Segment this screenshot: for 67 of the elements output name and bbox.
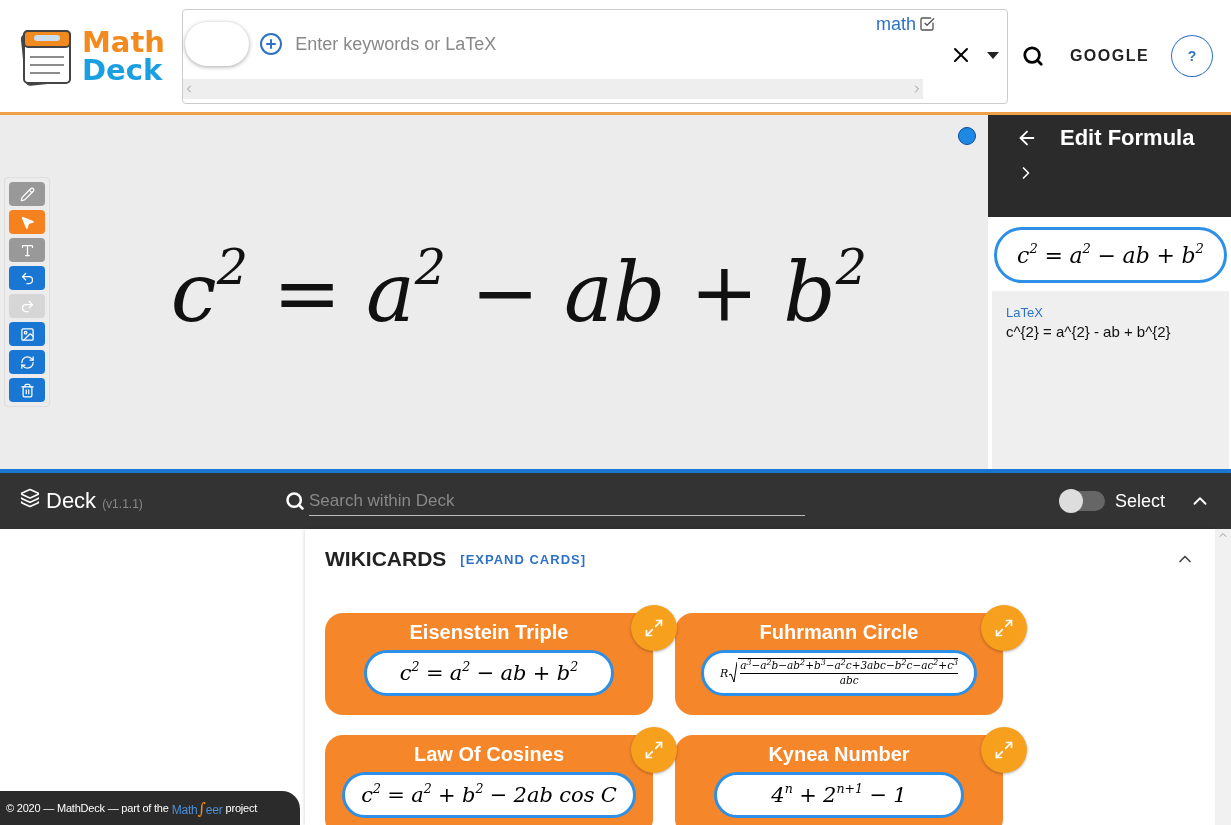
card-title: Fuhrmann Circle — [759, 621, 919, 644]
fraction-denominator: abc — [839, 674, 859, 688]
pencil-tool-button[interactable] — [9, 182, 45, 206]
version-label: (v1.1.1) — [102, 497, 143, 511]
latex-field[interactable]: LaTeX c^{2} = a^{2} - ab + b^{2} — [992, 291, 1229, 469]
card-title: Law Of Cosines — [414, 743, 564, 766]
help-button[interactable]: ? — [1171, 35, 1213, 77]
image-icon — [19, 326, 35, 342]
expand-button[interactable] — [631, 727, 677, 773]
expand-cards-link[interactable]: [EXPAND CARDS] — [460, 551, 587, 567]
card-formula: c$^{2}$ = a$^{2}$ + b$^{2}$ − 2ab cos C — [342, 772, 636, 818]
editor-title: Edit Formula — [1060, 125, 1195, 151]
mathseer-logo[interactable]: Math∫eer — [171, 798, 223, 818]
expand-button[interactable] — [631, 605, 677, 651]
card-title: Eisenstein Triple — [409, 621, 569, 644]
wiki-card[interactable]: Kynea Number 4$^{n}$ + 2$^{n+1}$ − 1 — [675, 735, 1003, 825]
project-text: project — [225, 802, 258, 814]
refresh-icon — [19, 354, 35, 370]
pointer-tool-button[interactable] — [9, 210, 45, 234]
formula-preview[interactable]: c$^{2}$ = a$^{2}$ − ab + b$^{2}$ — [994, 227, 1227, 283]
status-dot — [958, 127, 976, 145]
expand-icon — [644, 618, 664, 638]
vertical-scrollbar[interactable] — [1215, 529, 1231, 825]
redo-icon — [19, 298, 35, 314]
image-tool-button[interactable] — [9, 322, 45, 346]
card-title: Kynea Number — [768, 743, 910, 766]
field-label: LaTeX — [1006, 305, 1044, 320]
select-toggle[interactable] — [1060, 491, 1105, 511]
deck-search-field[interactable]: Search within Deck — [309, 486, 805, 516]
expand-button[interactable] — [981, 727, 1027, 773]
refresh-tool-button[interactable] — [9, 350, 45, 374]
text-icon — [19, 242, 35, 258]
trash-icon — [19, 382, 35, 398]
expand-button[interactable] — [981, 605, 1027, 651]
section-title: WIKICARDS — [325, 547, 447, 571]
add-icon[interactable] — [259, 32, 284, 56]
app-logo-text: Math Deck — [82, 28, 165, 84]
copyright-text: © 2020 — MathDeck — part of the — [6, 802, 169, 814]
wiki-card[interactable]: Fuhrmann Circle R a$^{3}$−a$^{2}$b−ab$^{2}$+b$^{3}$−a$^{2}$c+3abc−b$^{2}$c−ac$^{2}$+c$^{3}$ abc — [675, 613, 1003, 715]
checkbox-icon[interactable] — [918, 16, 935, 32]
wiki-card[interactable]: Eisenstein Triple c$^{2}$ = a$^{2}$ − ab + b$^{2}$ — [325, 613, 653, 715]
latex-value: c^{2} = a^{2} - ab + b^{2} — [1006, 323, 1172, 340]
search-field[interactable]: Enter keywords or LaTeX math — [182, 8, 1008, 104]
radical-sign-icon — [729, 662, 738, 684]
pointer-icon — [19, 214, 35, 230]
undo-tool-button[interactable] — [9, 266, 45, 290]
deck-title: Deck — [46, 488, 97, 514]
fraction-numerator: a$^{3}$−a$^{2}$b−ab$^{2}$+b$^{3}$−a$^{2}$c+3abc−b$^{2}$c−ac$^{2}$+c$^{3}$ — [740, 659, 959, 674]
card-formula: 4$^{n}$ + 2$^{n+1}$ − 1 — [714, 772, 964, 818]
expand-icon — [994, 740, 1014, 760]
expand-icon — [644, 740, 664, 760]
math-filter-checkbox[interactable]: math — [875, 13, 935, 35]
formula-variable: R — [719, 666, 729, 680]
wiki-card[interactable]: Law Of Cosines c$^{2}$ = a$^{2}$ + b$^{2}$ − 2ab cos C — [325, 735, 653, 825]
search-icon — [1021, 45, 1044, 67]
layers-icon — [20, 488, 40, 508]
google-button[interactable]: GOOGLE — [1057, 39, 1162, 73]
expand-icon — [994, 618, 1014, 638]
card-formula: c$^{2}$ = a$^{2}$ − ab + b$^{2}$ — [364, 650, 614, 696]
select-label: Select — [1114, 490, 1165, 512]
formula: c$^{2}$ = a$^{2}$ − ab + b$^{2}$ — [169, 244, 869, 340]
undo-icon — [19, 270, 35, 286]
trash-tool-button[interactable] — [9, 378, 45, 402]
search-icon — [285, 491, 305, 511]
text-tool-button[interactable] — [9, 238, 45, 262]
pencil-icon — [19, 186, 35, 202]
dropdown-caret-icon[interactable] — [986, 51, 999, 59]
